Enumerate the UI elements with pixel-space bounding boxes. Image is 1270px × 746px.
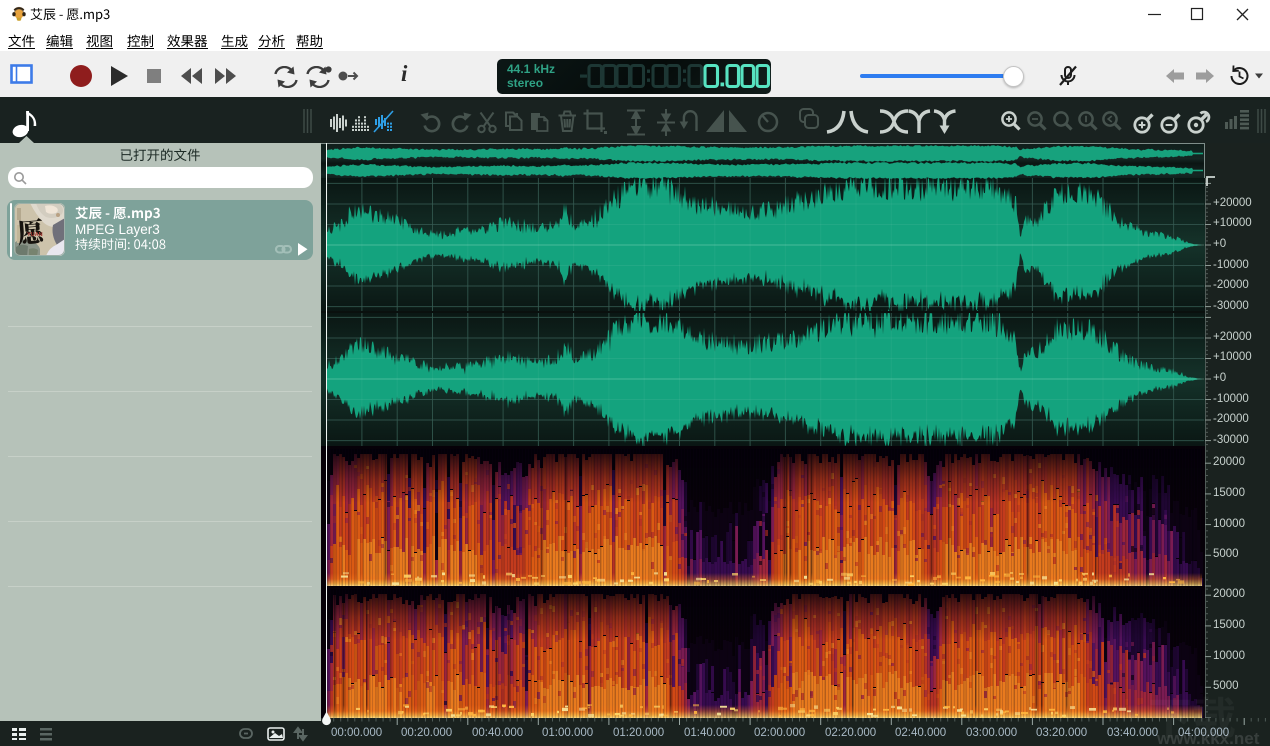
svg-text:YUAN: YUAN [27, 232, 43, 238]
svg-text:www.kkx.net: www.kkx.net [1156, 729, 1260, 746]
svg-text:MPEG Layer3: MPEG Layer3 [75, 222, 160, 237]
